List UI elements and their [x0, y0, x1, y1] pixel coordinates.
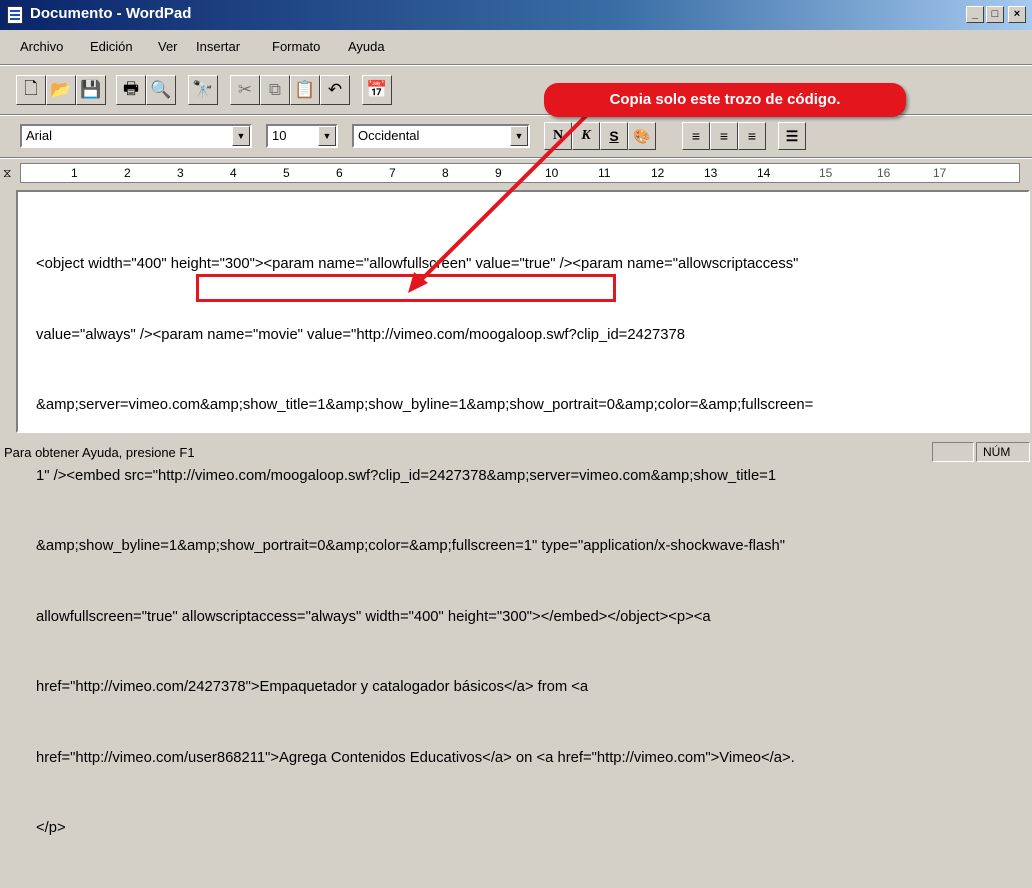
- doc-line: allowfullscreen="true" allowscriptaccess…: [36, 608, 711, 625]
- num-lock-indicator: NÚM: [976, 442, 1030, 462]
- status-pane-empty: [932, 442, 974, 462]
- status-help-text: Para obtener Ayuda, presione F1: [4, 445, 195, 460]
- status-bar: Para obtener Ayuda, presione F1 NÚM: [0, 440, 1032, 463]
- doc-line: </p>: [36, 820, 66, 836]
- doc-line: href="http://vimeo.com/user868211">Agreg…: [36, 749, 795, 766]
- doc-line: href="http://vimeo.com/2427378">Empaquet…: [36, 679, 589, 695]
- doc-line: &amp;show_byline=1&amp;show_portrait=0&a…: [36, 538, 786, 554]
- callout-bubble: Copia solo este trozo de código.: [544, 83, 906, 117]
- doc-line: 1" /><embed src="http://vimeo.com/moogal…: [36, 467, 777, 484]
- callout-arrow: [408, 110, 592, 293]
